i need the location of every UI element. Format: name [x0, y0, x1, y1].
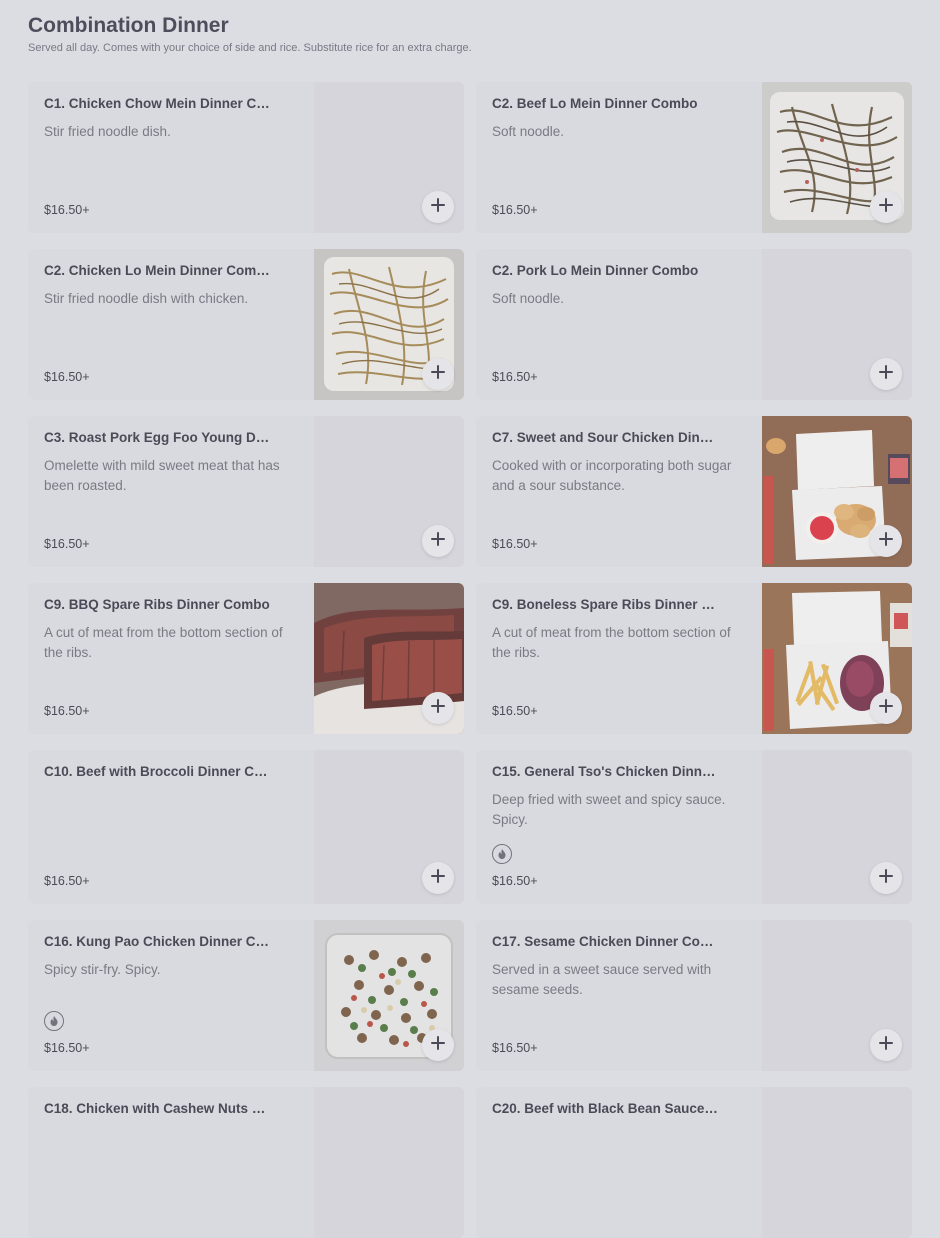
- add-to-cart-button[interactable]: [422, 862, 454, 894]
- menu-item-price: $16.50+: [492, 704, 538, 718]
- plus-icon: [431, 1035, 445, 1055]
- menu-item-description: Spicy stir-fry. Spicy.: [44, 962, 161, 977]
- plus-icon: [431, 197, 445, 217]
- menu-item-name: C2. Chicken Lo Mein Dinner Combo: [44, 263, 270, 278]
- menu-item-description: Stir fried noodle dish.: [44, 124, 171, 139]
- menu-item-description: Deep fried with sweet and spicy sauce. S…: [492, 792, 726, 827]
- section-subtitle: Served all day. Comes with your choice o…: [28, 42, 472, 54]
- menu-item-description: Stir fried noodle dish with chicken.: [44, 291, 249, 306]
- add-to-cart-button[interactable]: [870, 358, 902, 390]
- menu-item-name: C9. BBQ Spare Ribs Dinner Combo: [44, 597, 270, 612]
- menu-item-name: C17. Sesame Chicken Dinner Combo: [492, 934, 718, 949]
- menu-item-name: C10. Beef with Broccoli Dinner Combo: [44, 764, 270, 779]
- menu-item-name: C2. Beef Lo Mein Dinner Combo: [492, 96, 698, 111]
- plus-icon: [431, 698, 445, 718]
- menu-item-name: C7. Sweet and Sour Chicken Dinner Combo: [492, 430, 718, 445]
- add-to-cart-button[interactable]: [422, 358, 454, 390]
- section-title: Combination Dinner: [28, 14, 229, 37]
- plus-icon: [431, 868, 445, 888]
- menu-item-card[interactable]: C1. Chicken Chow Mein Dinner Combo Stir f…: [28, 82, 464, 233]
- menu-item-card[interactable]: C2. Pork Lo Mein Dinner Combo Soft noodle…: [476, 249, 912, 400]
- menu-item-name: C15. General Tso's Chicken Dinner Combo: [492, 764, 718, 779]
- menu-item-price: $16.50+: [492, 874, 538, 888]
- menu-item-card[interactable]: C7. Sweet and Sour Chicken Dinner Combo C…: [476, 416, 912, 567]
- menu-item-description: Omelette with mild sweet meat that has b…: [44, 458, 280, 493]
- menu-item-price: $16.50+: [44, 537, 90, 551]
- menu-item-price: $16.50+: [44, 370, 90, 384]
- add-to-cart-button[interactable]: [422, 1029, 454, 1061]
- add-to-cart-button[interactable]: [870, 692, 902, 724]
- menu-item-card[interactable]: C3. Roast Pork Egg Foo Young Dinner Comb…: [28, 416, 464, 567]
- menu-item-description: A cut of meat from the bottom section of…: [492, 625, 731, 660]
- menu-item-card[interactable]: C17. Sesame Chicken Dinner Combo Served i…: [476, 920, 912, 1071]
- menu-item-price: $16.50+: [492, 537, 538, 551]
- add-to-cart-button[interactable]: [422, 191, 454, 223]
- add-to-cart-button[interactable]: [870, 1029, 902, 1061]
- plus-icon: [879, 868, 893, 888]
- menu-item-description: A cut of meat from the bottom section of…: [44, 625, 283, 660]
- menu-item-description: Soft noodle.: [492, 291, 565, 306]
- plus-icon: [879, 197, 893, 217]
- menu-item-price: $16.50+: [492, 1041, 538, 1055]
- menu-item-description: Served in a sweet sauce served with sesa…: [492, 962, 712, 997]
- menu-item-description: Cooked with or incorporating both sugar …: [492, 458, 732, 493]
- menu-item-name: C16. Kung Pao Chicken Dinner Combo: [44, 934, 270, 949]
- add-to-cart-button[interactable]: [422, 525, 454, 557]
- menu-item-price: $16.50+: [44, 203, 90, 217]
- plus-icon: [879, 531, 893, 551]
- spicy-icon: [492, 844, 512, 864]
- menu-item-price: $16.50+: [492, 203, 538, 217]
- menu-item-name: C20. Beef with Black Bean Sauce Dinner C…: [492, 1101, 718, 1116]
- menu-item-name: C9. Boneless Spare Ribs Dinner Combo: [492, 597, 718, 612]
- menu-item-price: $16.50+: [44, 874, 90, 888]
- menu-item-name: C3. Roast Pork Egg Foo Young Dinner Comb…: [44, 430, 270, 445]
- menu-item-card[interactable]: C9. BBQ Spare Ribs Dinner Combo A cut of …: [28, 583, 464, 734]
- plus-icon: [879, 364, 893, 384]
- menu-item-card[interactable]: C2. Beef Lo Mein Dinner Combo Soft noodle…: [476, 82, 912, 233]
- plus-icon: [431, 364, 445, 384]
- menu-item-card[interactable]: C10. Beef with Broccoli Dinner Combo $16.…: [28, 750, 464, 904]
- menu-item-name: C1. Chicken Chow Mein Dinner Combo: [44, 96, 270, 111]
- menu-item-card[interactable]: C9. Boneless Spare Ribs Dinner Combo A cu…: [476, 583, 912, 734]
- menu-item-description: Soft noodle.: [492, 124, 565, 139]
- plus-icon: [879, 698, 893, 718]
- menu-item-card[interactable]: C15. General Tso's Chicken Dinner Combo D…: [476, 750, 912, 904]
- menu-item-card[interactable]: C16. Kung Pao Chicken Dinner Combo Spicy …: [28, 920, 464, 1071]
- spicy-icon: [44, 1011, 64, 1031]
- menu-item-name: C18. Chicken with Cashew Nuts Dinner Com…: [44, 1101, 270, 1116]
- menu-item-price: $16.50+: [44, 704, 90, 718]
- add-to-cart-button[interactable]: [870, 862, 902, 894]
- add-to-cart-button[interactable]: [422, 692, 454, 724]
- menu-item-name: C2. Pork Lo Mein Dinner Combo: [492, 263, 699, 278]
- menu-item-card[interactable]: C2. Chicken Lo Mein Dinner Combo Stir fri…: [28, 249, 464, 400]
- menu-item-price: $16.50+: [492, 370, 538, 384]
- menu-item-price: $16.50+: [44, 1041, 90, 1055]
- plus-icon: [879, 1035, 893, 1055]
- add-to-cart-button[interactable]: [870, 191, 902, 223]
- plus-icon: [431, 531, 445, 551]
- add-to-cart-button[interactable]: [870, 525, 902, 557]
- menu-page: Combination Dinner Served all day. Comes…: [0, 0, 940, 1238]
